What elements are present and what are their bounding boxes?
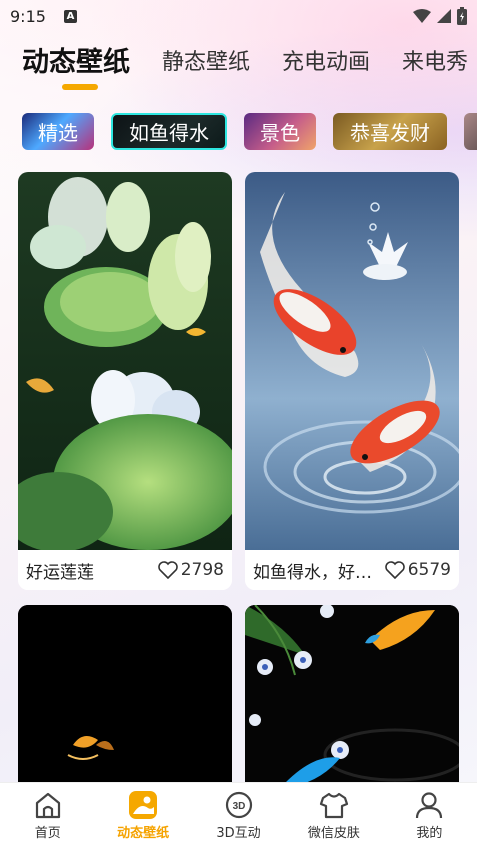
nav-dynamic-wallpaper[interactable]: 动态壁纸 bbox=[95, 783, 190, 848]
wallpaper-thumbnail bbox=[18, 172, 232, 552]
category-chip[interactable]: 精选 bbox=[22, 113, 94, 150]
bottom-nav: 首页 动态壁纸 3D 3D互动 微信皮肤 我的 bbox=[0, 782, 477, 848]
tab-dynamic-wallpaper[interactable]: 动态壁纸 bbox=[22, 36, 130, 79]
wallpaper-thumbnail bbox=[245, 172, 459, 550]
home-icon bbox=[35, 792, 60, 819]
battery-icon bbox=[457, 7, 467, 25]
3d-icon: 3D bbox=[225, 791, 252, 819]
nav-label: 我的 bbox=[416, 826, 443, 841]
category-chip[interactable]: 景色 bbox=[244, 113, 316, 150]
status-time: 9:15 bbox=[10, 6, 46, 26]
category-chip-selected[interactable]: 如鱼得水 bbox=[111, 113, 227, 150]
wallpaper-icon bbox=[129, 791, 158, 819]
like-count-value: 2798 bbox=[180, 560, 224, 580]
nav-home[interactable]: 首页 bbox=[0, 783, 95, 848]
wallpaper-thumbnail bbox=[18, 605, 232, 795]
tab-charging-animation[interactable]: 充电动画 bbox=[282, 36, 370, 76]
nav-profile[interactable]: 我的 bbox=[382, 783, 477, 848]
wallpaper-card[interactable]: 如鱼得水，好运连连 6579 bbox=[245, 172, 459, 590]
shirt-icon bbox=[319, 792, 349, 819]
nav-label: 动态壁纸 bbox=[117, 826, 170, 841]
tab-static-wallpaper[interactable]: 静态壁纸 bbox=[162, 36, 250, 76]
nav-label: 3D互动 bbox=[216, 826, 261, 841]
status-bar: 9:15 A bbox=[0, 0, 477, 32]
category-chip[interactable]: 恭喜发财 bbox=[333, 113, 447, 150]
category-chips: 精选 如鱼得水 景色 恭喜发财 bbox=[22, 113, 477, 153]
like-count[interactable]: 2798 bbox=[157, 560, 224, 580]
card-title: 好运莲莲 bbox=[26, 562, 94, 583]
like-count-value: 6579 bbox=[407, 560, 451, 580]
nav-label: 首页 bbox=[34, 826, 61, 841]
nav-wechat-skin[interactable]: 微信皮肤 bbox=[286, 783, 381, 848]
wallpaper-thumbnail bbox=[245, 605, 459, 795]
wallpaper-card[interactable] bbox=[245, 605, 459, 795]
status-right bbox=[413, 7, 467, 25]
like-count[interactable]: 6579 bbox=[384, 560, 451, 580]
person-icon bbox=[416, 792, 443, 819]
signal-icon bbox=[437, 9, 451, 23]
category-chip[interactable] bbox=[464, 113, 477, 150]
heart-icon bbox=[157, 561, 178, 579]
tab-call-show[interactable]: 来电秀 bbox=[402, 36, 468, 76]
card-meta: 如鱼得水，好运连连 6579 bbox=[245, 550, 459, 590]
wallpaper-card[interactable] bbox=[18, 605, 232, 795]
heart-icon bbox=[384, 561, 405, 579]
nav-label: 微信皮肤 bbox=[307, 826, 360, 841]
svg-text:3D: 3D bbox=[232, 801, 245, 812]
wifi-icon bbox=[413, 9, 431, 23]
wallpaper-card[interactable]: 好运莲莲 2798 bbox=[18, 172, 232, 590]
notification-icon: A bbox=[63, 9, 77, 23]
card-title: 如鱼得水，好运连连 bbox=[253, 562, 385, 583]
nav-3d-interactive[interactable]: 3D 3D互动 bbox=[191, 783, 286, 848]
active-tab-indicator bbox=[62, 84, 98, 90]
card-meta: 好运莲莲 2798 bbox=[18, 550, 232, 590]
